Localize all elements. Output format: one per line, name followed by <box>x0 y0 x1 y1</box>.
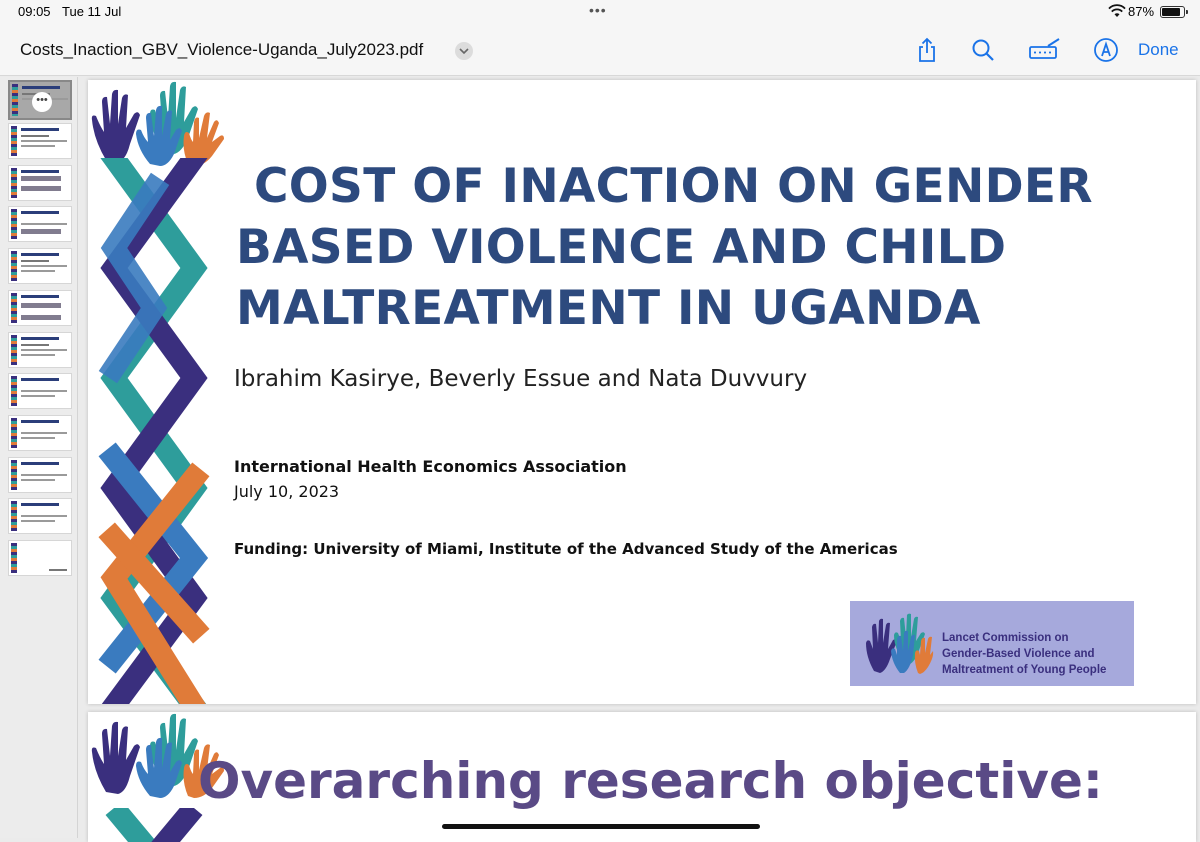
page-thumbnail[interactable]: ••• <box>8 80 72 120</box>
thumbnail-options-icon[interactable]: ••• <box>32 92 52 112</box>
markup-icon[interactable] <box>1028 36 1062 64</box>
page-thumbnail[interactable] <box>8 290 72 326</box>
multitask-dots[interactable]: ••• <box>589 2 607 18</box>
share-icon[interactable] <box>913 36 941 64</box>
page-thumbnail-sidebar[interactable]: ••• <box>0 77 78 838</box>
pdf-page[interactable]: Overarching research objective: <box>88 712 1196 842</box>
page-thumbnail[interactable] <box>8 123 72 159</box>
lancet-line: Gender-Based Violence and <box>942 648 1095 660</box>
page-thumbnail[interactable] <box>8 415 72 451</box>
home-indicator[interactable] <box>442 824 760 829</box>
status-date: Tue 11 Jul <box>62 4 122 19</box>
braid-decoration <box>98 158 210 704</box>
slide-title: Overarching research objective: <box>198 752 1103 810</box>
lancet-line: Lancet Commission on <box>942 632 1069 644</box>
hands-logo <box>91 81 224 166</box>
page-thumbnail[interactable] <box>8 540 72 576</box>
page-thumbnail[interactable] <box>8 165 72 201</box>
wifi-icon <box>1108 4 1126 17</box>
pdf-page[interactable]: COST OF INACTION ON GENDER BASED VIOLENC… <box>88 80 1196 704</box>
page-thumbnail[interactable] <box>8 498 72 534</box>
page-thumbnail[interactable] <box>8 373 72 409</box>
search-icon[interactable] <box>969 36 997 64</box>
battery-fill <box>1162 8 1181 16</box>
braid-decoration <box>105 808 203 842</box>
document-title[interactable]: Costs_Inaction_GBV_Violence-Uganda_July2… <box>20 40 423 60</box>
lancet-logo-text: Lancet Commission on Gender-Based Violen… <box>942 630 1106 678</box>
slide-authors: Ibrahim Kasirye, Beverly Essue and Nata … <box>234 366 808 392</box>
lancet-line: Maltreatment of Young People <box>942 664 1107 676</box>
slide-date: July 10, 2023 <box>234 482 340 501</box>
battery-percent: 87% <box>1128 4 1155 19</box>
done-button[interactable]: Done <box>1138 40 1179 60</box>
battery-icon <box>1160 6 1188 18</box>
status-time: 09:05 <box>18 4 51 19</box>
title-line: MALTREATMENT IN UGANDA <box>236 281 981 336</box>
title-line: BASED VIOLENCE AND CHILD <box>236 220 1007 275</box>
slide-organization: International Health Economics Associati… <box>234 457 627 476</box>
page-thumbnail[interactable] <box>8 457 72 493</box>
title-line: COST OF INACTION ON GENDER <box>254 159 1093 214</box>
page-thumbnail[interactable] <box>8 206 72 242</box>
lancet-hands-icon <box>866 613 934 674</box>
slide-title: COST OF INACTION ON GENDER BASED VIOLENC… <box>236 156 1116 339</box>
status-bar: 09:05 Tue 11 Jul ••• 87% <box>0 0 1200 24</box>
chevron-down-icon[interactable] <box>455 42 473 60</box>
navigation-bar: Costs_Inaction_GBV_Violence-Uganda_July2… <box>0 24 1200 76</box>
lancet-commission-logo: Lancet Commission on Gender-Based Violen… <box>850 601 1134 686</box>
pencil-circle-icon[interactable] <box>1092 36 1120 64</box>
page-thumbnail[interactable] <box>8 248 72 284</box>
page-thumbnail[interactable] <box>8 332 72 368</box>
slide-funding: Funding: University of Miami, Institute … <box>234 540 898 558</box>
